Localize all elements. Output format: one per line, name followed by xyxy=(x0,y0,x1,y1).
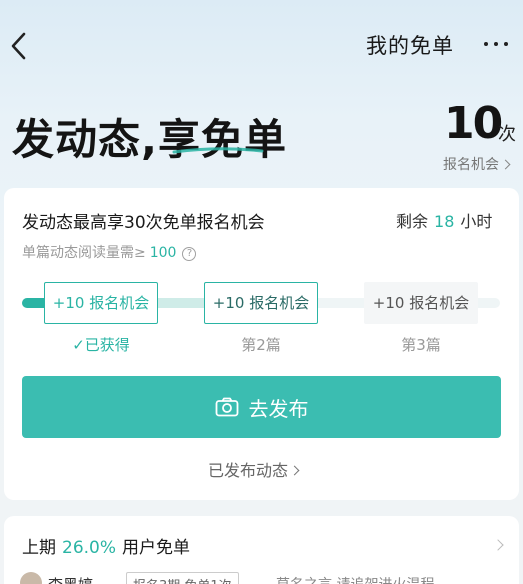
chance-label-link[interactable]: 报名机会 xyxy=(443,154,511,174)
hero-underline-decoration xyxy=(172,147,264,154)
step-2-reward: +10 报名机会 xyxy=(204,282,318,324)
hero-headline: 发动态,享免单 xyxy=(12,115,287,164)
step-3-reward: +10 报名机会 xyxy=(364,282,478,324)
winner-tag: 报名3期 免单1次 xyxy=(126,572,239,584)
help-circle-icon[interactable]: ? xyxy=(182,247,197,261)
previous-percent: 26.0% xyxy=(62,538,117,558)
chance-label-text: 报名机会 xyxy=(443,157,499,173)
requirement-value: 100 xyxy=(149,245,177,261)
published-posts-link[interactable]: 已发布动态 xyxy=(208,457,300,481)
step-1-status: ✓已获得 xyxy=(72,336,130,354)
step-1-reward: +10 报名机会 xyxy=(44,282,158,324)
winner-name: 李黑婷 xyxy=(48,574,93,584)
step-3-status: 第3篇 xyxy=(401,336,441,354)
remaining-time: 剩余 18 小时 xyxy=(396,208,492,232)
top-bar: 我的免单 xyxy=(0,0,523,95)
back-arrow-icon[interactable] xyxy=(8,28,30,64)
chevron-right-icon xyxy=(289,465,300,476)
page-title: 我的免单 xyxy=(366,34,454,58)
publish-button-label: 去发布 xyxy=(248,396,309,421)
requirement-text: 单篇动态阅读量需≥ xyxy=(22,245,146,261)
more-dots-icon[interactable] xyxy=(484,42,508,46)
remaining-suffix: 小时 xyxy=(460,212,493,231)
chance-count: 10 xyxy=(444,98,503,149)
remaining-hours: 18 xyxy=(434,212,455,231)
remaining-prefix: 剩余 xyxy=(396,212,429,231)
task-title: 发动态最高享30次免单报名机会 xyxy=(22,213,265,233)
camera-icon xyxy=(215,397,238,417)
chance-count-unit: 次 xyxy=(498,124,516,145)
publish-button[interactable]: 去发布 xyxy=(22,376,501,438)
chevron-right-icon xyxy=(500,159,511,170)
published-posts-text: 已发布动态 xyxy=(208,461,289,480)
previous-prefix: 上期 xyxy=(22,538,56,558)
previous-period-title: 上期 26.0% 用户免单 xyxy=(22,533,190,558)
requirement-line: 单篇动态阅读量需≥ 100? xyxy=(22,242,197,262)
previous-suffix: 用户免单 xyxy=(122,538,191,558)
winner-desc: 草名之言 请追架进火温程 xyxy=(276,574,434,584)
step-2-status: 第2篇 xyxy=(241,336,281,354)
